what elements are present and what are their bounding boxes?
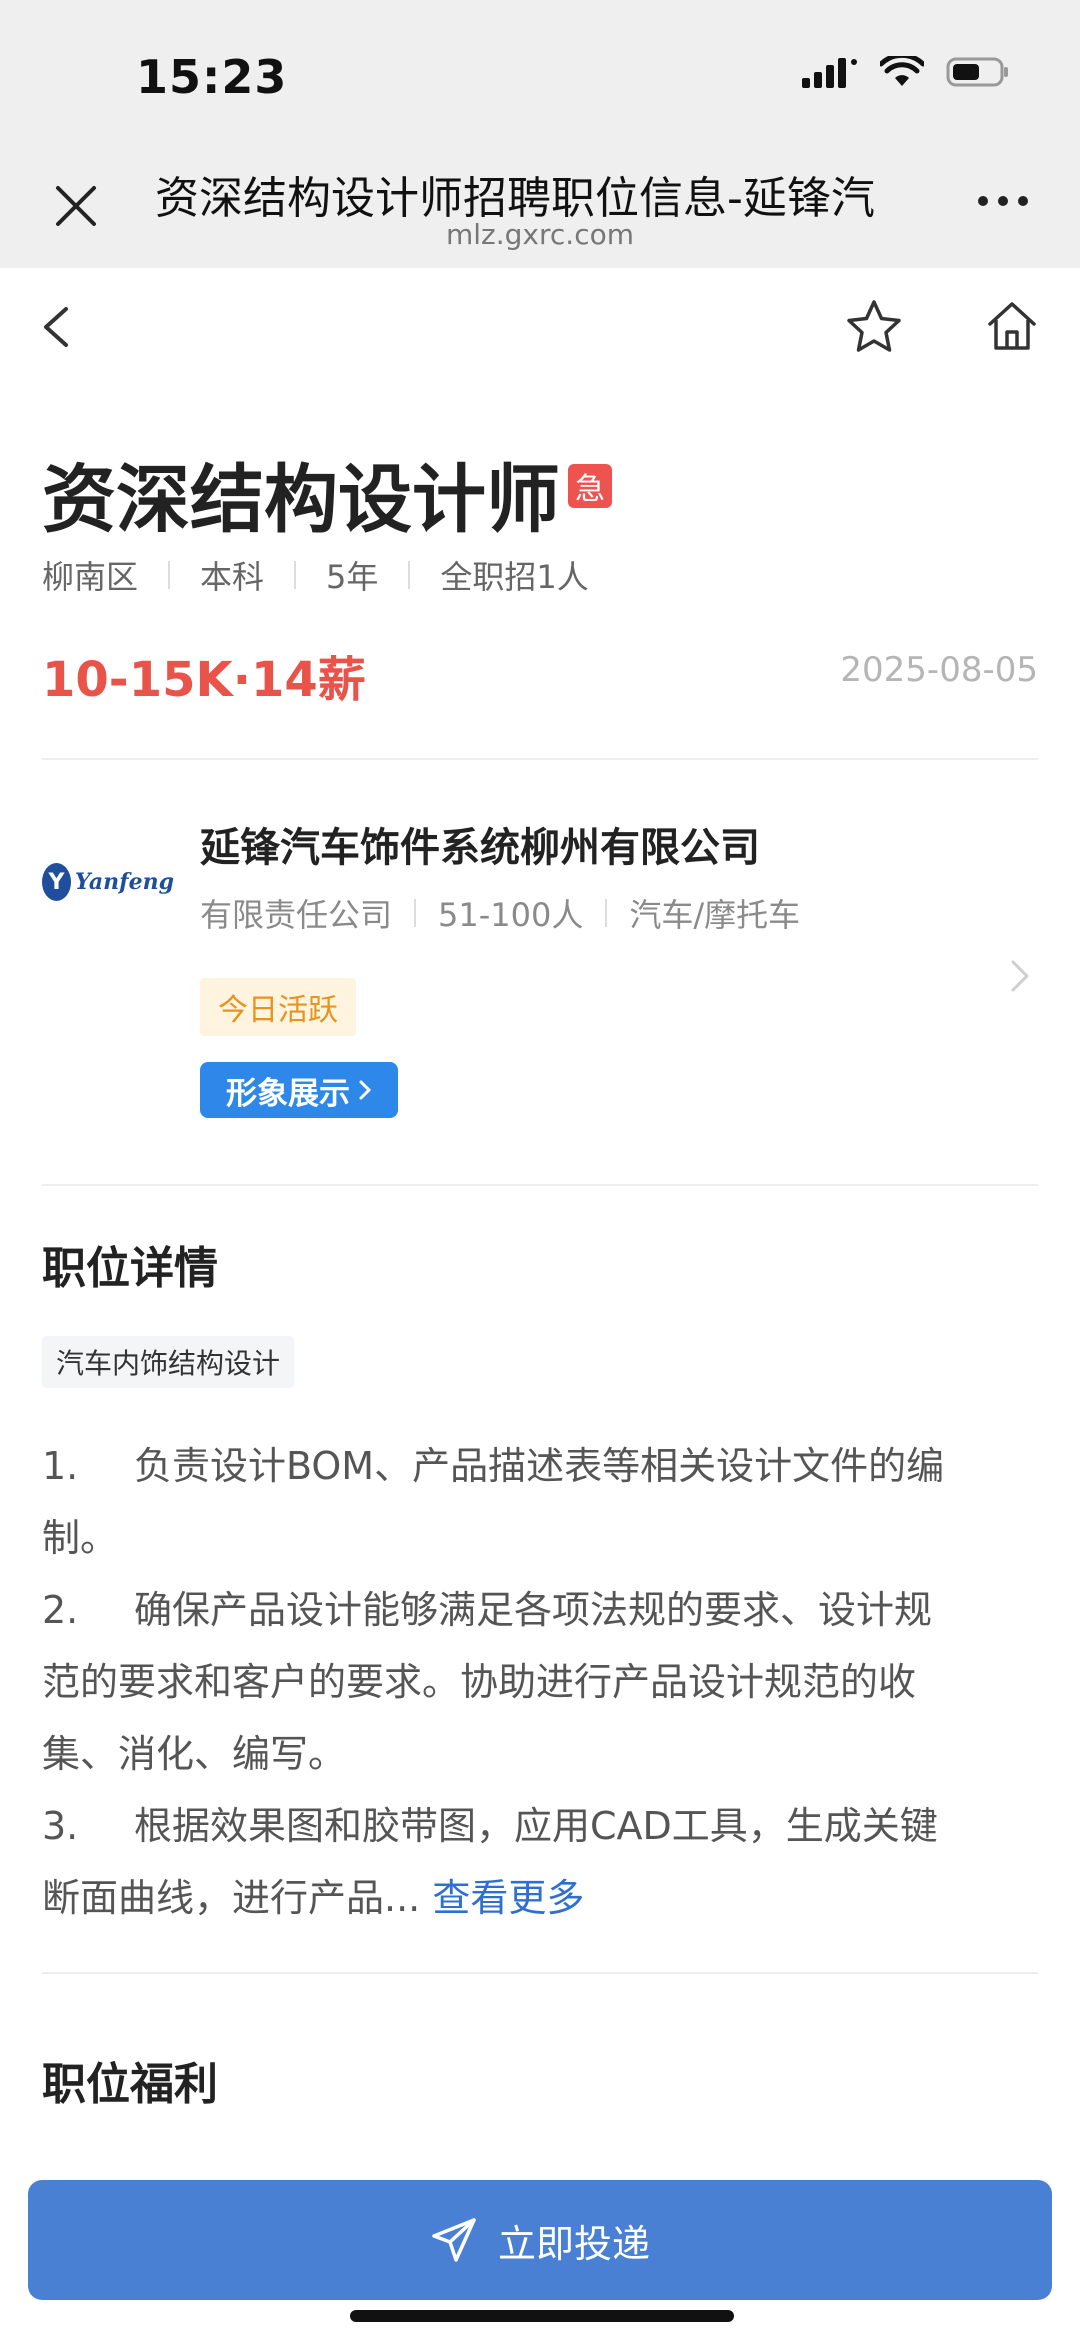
divider	[42, 1972, 1038, 1974]
home-icon[interactable]	[984, 298, 1040, 354]
status-time: 15:23	[136, 50, 288, 104]
status-icons	[802, 56, 1010, 88]
company-image-label: 形象展示	[226, 1075, 350, 1112]
company-image-button[interactable]: 形象展示	[200, 1062, 398, 1118]
meta-divider	[605, 899, 608, 927]
skill-tag: 汽车内饰结构设计	[42, 1336, 295, 1388]
company-industry: 汽车/摩托车	[629, 896, 801, 934]
divider	[42, 758, 1038, 760]
meta-divider	[414, 899, 417, 927]
post-date: 2025-08-05	[840, 650, 1038, 690]
apply-button[interactable]: 立即投递	[28, 2180, 1052, 2300]
details-section-title: 职位详情	[42, 1243, 218, 1294]
more-icon[interactable]	[978, 196, 1028, 206]
job-location: 柳南区	[42, 558, 139, 596]
signal-icon	[802, 58, 857, 88]
job-experience: 5年	[326, 558, 379, 596]
meta-divider	[294, 561, 297, 589]
yanfeng-logo-icon: Y	[42, 863, 71, 901]
description-line: 制。	[42, 1516, 119, 1560]
company-chevron-icon[interactable]	[1008, 958, 1032, 994]
star-icon[interactable]	[845, 298, 903, 356]
company-type: 有限责任公司	[200, 896, 393, 934]
apply-label: 立即投递	[497, 2221, 650, 2266]
description-line: 2. 确保产品设计能够满足各项法规的要求、设计规	[42, 1588, 933, 1632]
benefits-section-title: 职位福利	[42, 2059, 218, 2110]
browser-chrome: 15:23 资深结构设计师招聘职位信息-延锋汽 mlz.gxrc.com	[0, 0, 1080, 268]
job-description: 1. 负责设计BOM、产品描述表等相关设计文件的编 制。 2. 确保产品设计能够满足…	[42, 1430, 1038, 1934]
divider	[42, 1184, 1038, 1186]
description-line: 1. 负责设计BOM、产品描述表等相关设计文件的编	[42, 1444, 945, 1488]
job-title: 资深结构设计师	[42, 457, 560, 543]
battery-icon	[946, 57, 1008, 87]
company-name[interactable]: 延锋汽车饰件系统柳州有限公司	[200, 815, 760, 873]
meta-divider	[168, 561, 171, 589]
job-type: 全职招1人	[440, 558, 589, 596]
salary: 10-15K·14薪	[42, 652, 366, 708]
meta-divider	[408, 561, 411, 589]
chevron-right-icon	[359, 1080, 372, 1100]
active-today-tag: 今日活跃	[200, 978, 356, 1036]
description-line: 断面曲线，进行产品... 查看更多	[42, 1876, 585, 1920]
job-meta: 柳南区 本科 5年 全职招1人	[42, 552, 589, 598]
logo-wordmark: Yanfeng	[74, 869, 174, 895]
back-icon[interactable]	[38, 305, 74, 349]
job-education: 本科	[200, 558, 265, 596]
see-more-link[interactable]: 查看更多	[432, 1876, 584, 1920]
description-line: 集、消化、编写。	[42, 1732, 347, 1776]
company-logo[interactable]: Y Yanfeng	[42, 856, 174, 908]
page-url: mlz.gxrc.com	[446, 218, 634, 251]
description-line: 3. 根据效果图和胶带图，应用CAD工具，生成关键	[42, 1804, 938, 1848]
page-title: 资深结构设计师招聘职位信息-延锋汽	[155, 173, 875, 224]
home-indicator	[350, 2310, 734, 2322]
description-line: 范的要求和客户的要求。协助进行产品设计规范的收	[42, 1660, 917, 1704]
send-icon	[432, 2218, 476, 2262]
company-meta: 有限责任公司 51-100人 汽车/摩托车	[200, 890, 800, 936]
wifi-icon	[880, 56, 924, 86]
company-size: 51-100人	[438, 896, 584, 934]
urgent-badge: 急	[568, 464, 612, 508]
